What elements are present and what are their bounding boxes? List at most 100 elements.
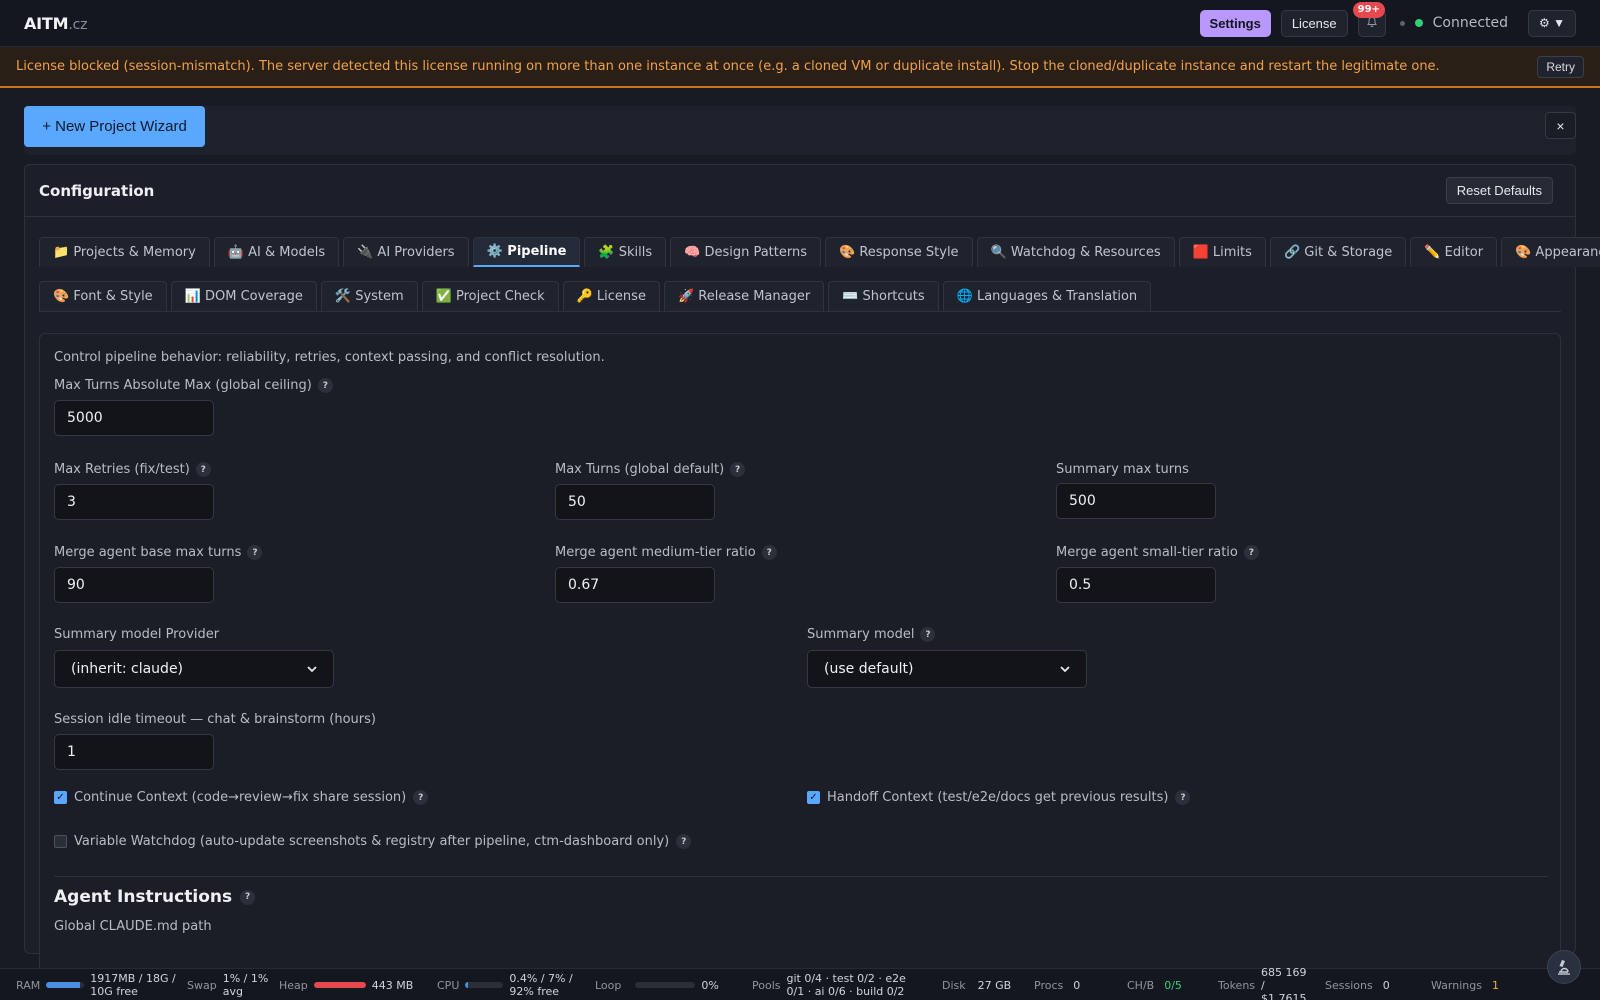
variable-watchdog-checkbox[interactable]: Variable Watchdog (auto-update screensho… <box>54 834 692 849</box>
tab-row2-7[interactable]: 🌐 Languages & Translation <box>942 281 1152 311</box>
separator-dot <box>1399 20 1405 26</box>
tab-row1-9[interactable]: 🔗 Git & Storage <box>1269 237 1407 267</box>
logo-tld: .cz <box>68 16 88 33</box>
tab-row1-4[interactable]: 🧩 Skills <box>584 237 667 267</box>
status-pools-label: Pools <box>752 978 781 992</box>
status-sessions: Sessions 0 <box>1325 969 1390 1000</box>
handoff-context-checkbox[interactable]: ✓ Handoff Context (test/e2e/docs get pre… <box>807 790 1191 805</box>
continue-context-checkbox[interactable]: ✓ Continue Context (code→review→fix shar… <box>54 790 429 805</box>
logo-main: AITM <box>24 13 69 33</box>
status-pools-value: git 0/4 · test 0/2 · e2e 0/1 · ai 0/6 · … <box>786 972 906 998</box>
merge-medium-input[interactable]: 0.67 <box>555 567 715 603</box>
tab-row1-8[interactable]: 🟥 Limits <box>1178 237 1266 267</box>
max-retries-label-text: Max Retries (fix/test) <box>54 462 190 477</box>
tab-row2-6[interactable]: ⌨️ Shortcuts <box>828 281 939 311</box>
continue-context-label: Continue Context (code→review→fix share … <box>74 790 407 805</box>
agent-instructions-heading: Agent Instructions ? <box>54 887 256 907</box>
gear-menu-button[interactable]: ⚙ ▼ <box>1528 9 1576 37</box>
tab-row2-3[interactable]: ✅ Project Check <box>421 281 559 311</box>
tab-row2-2[interactable]: 🛠️ System <box>320 281 418 311</box>
status-cpu-value: 0.4% / 7% / 92% free <box>509 972 573 998</box>
tab-row1-1[interactable]: 🤖 AI & Models <box>213 237 340 267</box>
tab-row2-5[interactable]: 🚀 Release Manager <box>663 281 825 311</box>
app-logo[interactable]: AITM.cz <box>24 14 87 33</box>
max-turns-default-label: Max Turns (global default) ? <box>555 462 746 477</box>
summary-max-turns-label-text: Summary max turns <box>1056 462 1189 477</box>
status-heap: Heap 443 MB <box>279 969 413 1000</box>
tab-row1-10[interactable]: ✏️ Editor <box>1410 237 1498 267</box>
help-icon[interactable]: ? <box>1175 790 1191 805</box>
close-icon[interactable]: × <box>1545 112 1576 139</box>
microscope-icon[interactable] <box>1547 950 1581 984</box>
checkbox-unchecked-icon[interactable] <box>54 835 67 848</box>
summary-max-turns-input[interactable]: 500 <box>1056 483 1216 519</box>
tab-row2-0[interactable]: 🎨 Font & Style <box>39 281 167 311</box>
status-tokens-value: 685 169 / $1,7615 <box>1261 965 1307 1000</box>
tab-row1-0[interactable]: 📁 Projects & Memory <box>39 237 210 267</box>
max-retries-input[interactable]: 3 <box>54 484 214 520</box>
help-icon[interactable]: ? <box>247 545 263 560</box>
max-turns-absolute-label: Max Turns Absolute Max (global ceiling) … <box>54 378 333 393</box>
variable-watchdog-label: Variable Watchdog (auto-update screensho… <box>74 834 670 849</box>
tab-row2-4[interactable]: 🔑 License <box>562 281 660 311</box>
handoff-context-label: Handoff Context (test/e2e/docs get previ… <box>827 790 1169 805</box>
tab-row1-5[interactable]: 🧠 Design Patterns <box>670 237 822 267</box>
status-loop-value: 0% <box>701 978 719 992</box>
notification-count-badge: 99+ <box>1352 1 1385 18</box>
tab-row2-1[interactable]: 📊 DOM Coverage <box>170 281 317 311</box>
tab-row1-2[interactable]: 🔌 AI Providers <box>343 237 469 267</box>
idle-timeout-label-text: Session idle timeout — chat & brainstorm… <box>54 712 376 727</box>
status-disk-label: Disk <box>942 978 966 992</box>
help-icon[interactable]: ? <box>920 627 936 642</box>
help-icon[interactable]: ? <box>761 545 777 560</box>
section-divider <box>54 876 1548 877</box>
merge-small-label-text: Merge agent small-tier ratio <box>1056 545 1238 560</box>
status-warnings-value: 1 <box>1491 978 1499 992</box>
reset-defaults-button[interactable]: Reset Defaults <box>1445 177 1553 204</box>
pipeline-description: Control pipeline behavior: reliability, … <box>54 350 605 365</box>
loop-meter <box>635 982 696 988</box>
summary-model-select[interactable]: (use default) <box>807 650 1087 688</box>
tab-row1-7[interactable]: 🔍 Watchdog & Resources <box>976 237 1175 267</box>
wizard-bar: + New Project Wizard × <box>24 106 1576 155</box>
help-icon[interactable]: ? <box>195 462 211 477</box>
connection-status-dot <box>1414 19 1423 27</box>
max-turns-absolute-input[interactable]: 5000 <box>54 400 214 436</box>
configuration-title: Configuration <box>39 181 155 200</box>
new-project-wizard-button[interactable]: + New Project Wizard <box>24 106 205 147</box>
summary-provider-select[interactable]: (inherit: claude) <box>54 650 334 688</box>
checkbox-checked-icon[interactable]: ✓ <box>54 791 67 804</box>
chevron-down-icon <box>307 663 317 676</box>
help-icon[interactable]: ? <box>240 889 256 905</box>
top-right-controls: Settings License 99+ Connected ⚙ ▼ <box>1199 1 1576 37</box>
status-disk-value: 27 GB <box>977 978 1012 992</box>
settings-button[interactable]: Settings <box>1199 9 1271 37</box>
status-procs-label: Procs <box>1034 978 1064 992</box>
help-icon[interactable]: ? <box>730 462 746 477</box>
status-bar: RAM 1917MB / 18G / 10G free Swap 1% / 1%… <box>0 965 1600 1000</box>
idle-timeout-input[interactable]: 1 <box>54 734 214 770</box>
tab-row1-11[interactable]: 🎨 Appearance <box>1501 237 1600 267</box>
help-icon[interactable]: ? <box>317 378 333 393</box>
help-icon[interactable]: ? <box>1243 545 1259 560</box>
license-button[interactable]: License <box>1280 9 1348 37</box>
help-icon[interactable]: ? <box>413 790 429 805</box>
merge-small-input[interactable]: 0.5 <box>1056 567 1216 603</box>
notifications-button[interactable]: 99+ <box>1352 1 1386 37</box>
status-chb-value: 0/5 <box>1164 978 1182 992</box>
checkbox-checked-icon[interactable]: ✓ <box>807 791 820 804</box>
configuration-panel: Configuration Reset Defaults 📁 Projects … <box>24 164 1600 973</box>
status-warnings[interactable]: Warnings 1 <box>1431 969 1499 1000</box>
status-pools: Pools git 0/4 · test 0/2 · e2e 0/1 · ai … <box>752 969 925 1000</box>
merge-base-input[interactable]: 90 <box>54 567 214 603</box>
status-loop-label: Loop <box>595 978 622 992</box>
max-retries-label: Max Retries (fix/test) ? <box>54 462 211 477</box>
max-turns-default-input[interactable]: 50 <box>555 484 715 520</box>
tab-row1-3[interactable]: ⚙️ Pipeline <box>472 237 581 267</box>
status-swap-label: Swap <box>187 978 217 992</box>
help-icon[interactable]: ? <box>676 834 692 849</box>
status-loop: Loop 0% <box>595 969 719 1000</box>
tab-row1-6[interactable]: 🎨 Response Style <box>825 237 973 267</box>
banner-message: License blocked (session-mismatch). The … <box>16 59 1440 74</box>
retry-button[interactable]: Retry <box>1537 55 1584 78</box>
